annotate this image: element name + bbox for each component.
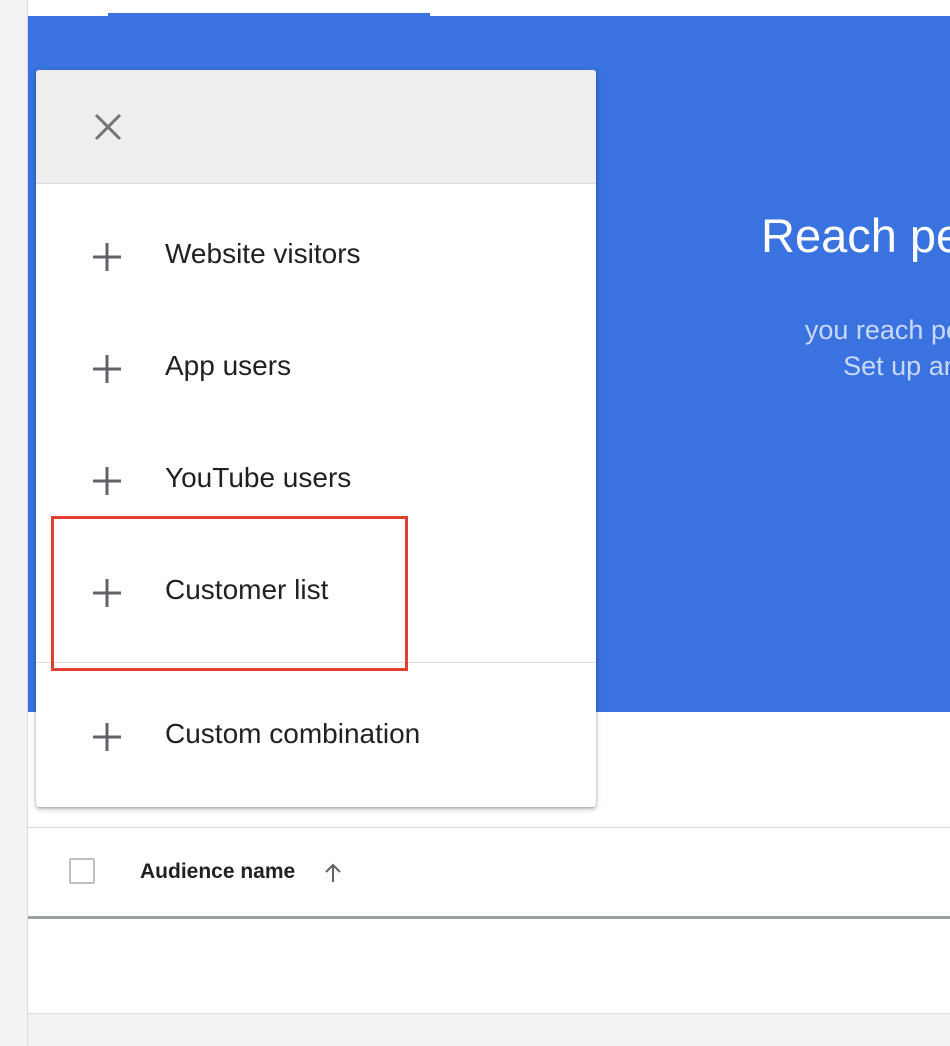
menu-item-app-users[interactable]: App users [36,328,596,408]
left-gutter [0,0,28,1046]
menu-item-custom-combination[interactable]: Custom combination [36,696,596,776]
select-all-checkbox[interactable] [69,858,95,884]
top-strip [28,0,950,16]
footer-area [28,1014,950,1046]
menu-item-label: Custom combination [165,718,421,749]
create-audience-menu: Website visitors App users YouTube users… [36,70,596,807]
menu-divider [36,662,596,663]
menu-item-website-visitors[interactable]: Website visitors [36,216,596,296]
plus-icon [93,355,121,383]
plus-icon [93,723,121,751]
close-icon[interactable] [88,107,128,147]
plus-icon [93,243,121,271]
menu-item-customer-list[interactable]: Customer list [36,552,596,632]
table-header: Audience name [28,828,950,919]
menu-item-label: Website visitors [165,238,361,269]
banner-title: Reach pe [761,209,950,262]
table-body [28,919,950,1014]
menu-item-label: Customer list [165,574,329,605]
plus-icon [93,579,121,607]
plus-icon [93,467,121,495]
arrow-up-icon[interactable] [321,861,345,885]
menu-header [36,70,596,184]
menu-item-label: YouTube users [165,462,352,493]
column-header-audience-name[interactable]: Audience name [140,860,295,884]
menu-item-youtube-users[interactable]: YouTube users [36,440,596,520]
menu-item-label: App users [165,350,292,381]
